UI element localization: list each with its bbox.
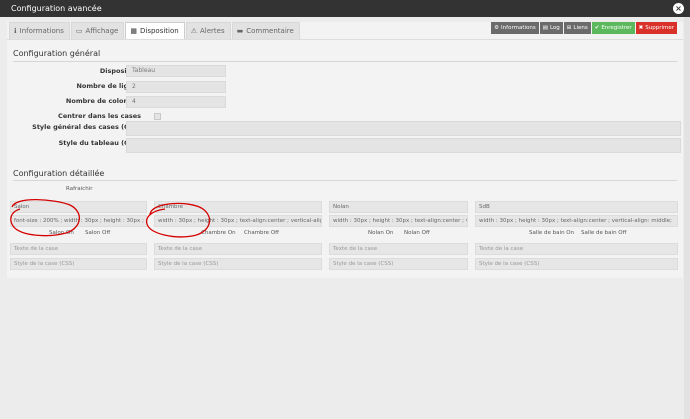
informations-button[interactable]: ⚙ Informations [491,22,539,34]
close-icon: ✖ [638,25,644,31]
lignes-input[interactable]: 2 [126,81,226,93]
tab-label: Disposition [139,26,179,35]
cell-style-input[interactable]: width : 30px ; height : 30px ; text-alig… [475,215,678,227]
button-label: Supprimer [645,25,674,31]
tab-label: Commentaire [246,26,294,35]
centrer-checkbox[interactable] [154,113,161,120]
cell-style-input[interactable]: Style de la case (CSS) [475,258,678,270]
comment-icon: ▬ [236,26,244,35]
tab-label: Affichage [85,26,119,35]
disposition-select[interactable]: Tableau [126,65,226,77]
check-circle-icon: ✔ [594,25,600,31]
cell-style-input[interactable]: width : 30px ; height : 30px ; text-alig… [329,215,468,227]
cell-on-label: Salle de bain On [529,230,575,236]
cell-on-label: Chambre On [201,230,236,236]
tab-commentaire[interactable]: ▬ Commentaire [231,22,300,39]
cell-style-input[interactable]: font-size : 200% ; width : 30px ; height… [10,215,147,227]
style-cases-input[interactable] [126,121,681,136]
refresh-link[interactable]: Rafraichir [66,186,92,192]
button-label: Informations [501,25,536,31]
cell-text-input[interactable]: Salon [10,201,147,213]
button-label: Liens [573,25,588,31]
cell-on-label: Salon On [49,230,74,236]
cell-text-input[interactable]: Texte de la case [329,243,468,255]
tab-underline [7,39,683,40]
cell-off-label: Nolan Off [404,230,430,236]
section-title-detail: Configuration détaillée [13,169,105,178]
section-title-general: Configuration général [13,49,101,58]
cell-text-input[interactable]: Texte de la case [475,243,678,255]
config-window: Configuration avancée × ℹ Informations ▭… [0,0,690,419]
divider [13,61,677,62]
button-label: Enregistrer [601,25,632,31]
style-cases-label: Style général des cases (CSS) [32,123,141,131]
enregistrer-button[interactable]: ✔ Enregistrer [591,22,635,34]
info-icon: ℹ [14,26,17,35]
liens-button[interactable]: ⊞ Liens [563,22,591,34]
config-content: ℹ Informations ▭ Affichage ▦ Disposition… [7,22,683,278]
cell-style-input[interactable]: Style de la case (CSS) [329,258,468,270]
divider [13,180,677,181]
action-buttons: ⚙ Informations ▤ Log ⊞ Liens ✔ Enregistrer ✖… [491,22,677,34]
file-icon: ▤ [542,25,548,31]
cell-text-input[interactable]: Texte de la case [154,243,322,255]
tab-label: Informations [19,26,64,35]
tv-icon: ▭ [75,26,83,35]
cell-off-label: Salle de bain Off [581,230,627,236]
close-icon[interactable]: × [673,3,684,14]
cell-off-label: Chambre Off [244,230,279,236]
tab-alertes[interactable]: ⚠ Alertes [185,22,231,39]
tab-affichage[interactable]: ▭ Affichage [70,22,125,39]
warning-icon: ⚠ [190,26,197,35]
tab-disposition[interactable]: ▦ Disposition [125,22,185,39]
style-tableau-input[interactable] [126,138,681,153]
button-label: Log [549,25,560,31]
cog-icon: ⚙ [494,25,500,31]
tab-informations[interactable]: ℹ Informations [9,22,70,39]
cell-off-label: Salon Off [85,230,111,236]
cell-text-input[interactable]: SdB [475,201,678,213]
cell-style-input[interactable]: Style de la case (CSS) [154,258,322,270]
cell-text-input[interactable]: Chambre [154,201,322,213]
supprimer-button[interactable]: ✖ Supprimer [635,22,677,34]
cell-on-label: Nolan On [368,230,394,236]
cell-text-input[interactable]: Nolan [329,201,468,213]
centrer-label: Centrer dans les cases [58,112,141,120]
sitemap-icon: ⊞ [566,25,572,31]
scrollbar[interactable] [684,17,690,419]
cell-text-input[interactable]: Texte de la case [10,243,147,255]
window-titlebar: Configuration avancée × [0,0,690,17]
cell-style-input[interactable]: width : 30px ; height : 30px ; text-alig… [154,215,322,227]
log-button[interactable]: ▤ Log [539,22,563,34]
window-title: Configuration avancée [11,4,102,13]
cell-style-input[interactable]: Style de la case (CSS) [10,258,147,270]
colonnes-input[interactable]: 4 [126,96,226,108]
tab-label: Alertes [199,26,225,35]
tab-bar: ℹ Informations ▭ Affichage ▦ Disposition… [9,22,301,39]
grid-icon: ▦ [130,26,137,35]
